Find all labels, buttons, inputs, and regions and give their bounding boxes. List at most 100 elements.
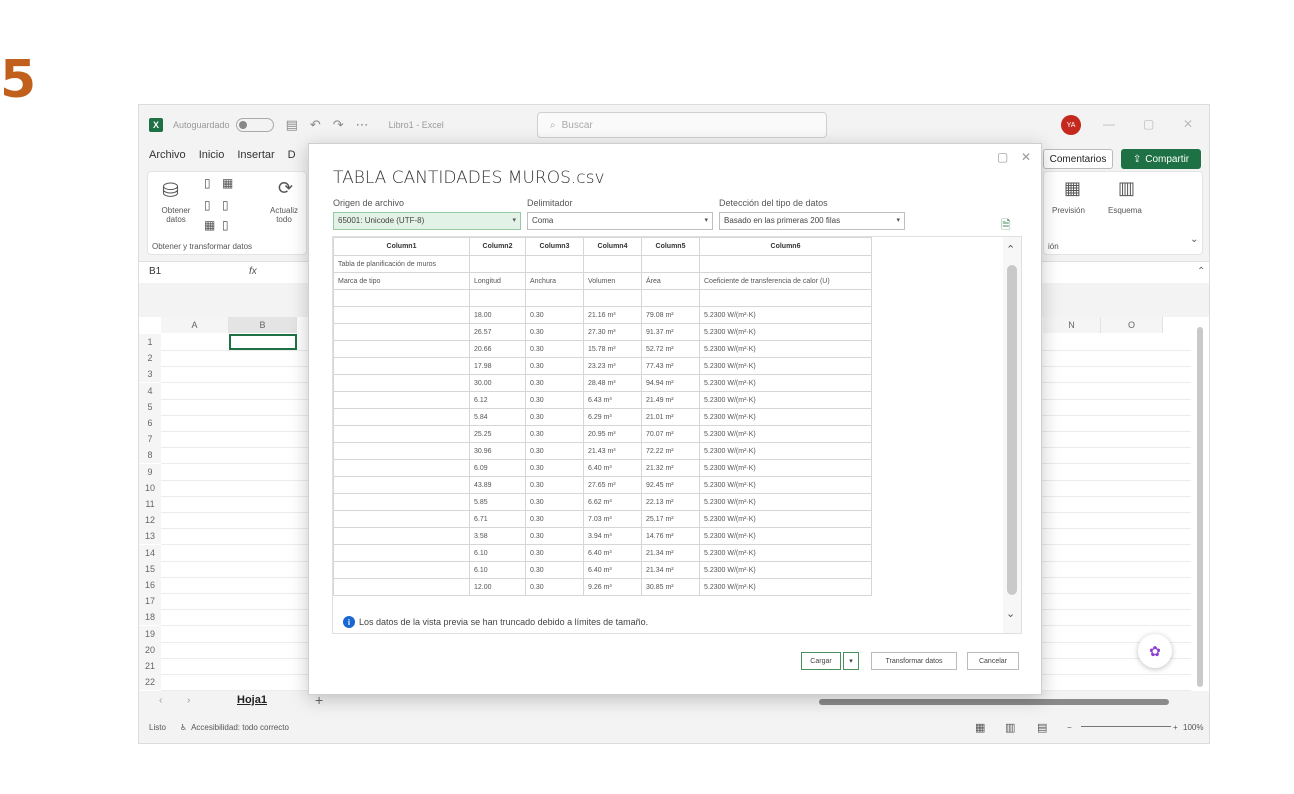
undo-icon[interactable]: ↶ bbox=[310, 117, 321, 133]
preview-header-row: Column1 Column2 Column3 Column4 Column5 … bbox=[333, 237, 872, 256]
forecast-button[interactable]: Previsión bbox=[1052, 206, 1085, 215]
existing-connections-icon[interactable]: ▦ bbox=[204, 218, 215, 232]
avatar[interactable]: YA bbox=[1061, 115, 1081, 135]
row-header[interactable]: 1 bbox=[139, 334, 161, 350]
preview-cell: 0.30 bbox=[525, 493, 584, 511]
detection-select[interactable]: Basado en las primeras 200 filas ▾ bbox=[719, 212, 905, 230]
row-header[interactable]: 5 bbox=[139, 398, 161, 415]
share-button[interactable]: ⇪ Compartir bbox=[1121, 149, 1201, 169]
menu-inicio[interactable]: Inicio bbox=[199, 149, 225, 161]
preview-row: 30.00 0.30 28.48 m³ 94.94 m² 5.2300 W/(m²·K) bbox=[333, 374, 872, 392]
row-header[interactable]: 2 bbox=[139, 350, 161, 367]
scroll-down-icon[interactable]: ⌄ bbox=[1006, 607, 1015, 620]
row-header[interactable]: 20 bbox=[139, 641, 161, 658]
refresh-all-icon[interactable]: ⟳ bbox=[278, 178, 293, 199]
horizontal-scrollbar[interactable] bbox=[819, 699, 1169, 705]
row-header[interactable]: 11 bbox=[139, 496, 161, 512]
column-header-n[interactable]: N bbox=[1043, 317, 1101, 333]
preview-cell: 0.30 bbox=[525, 544, 584, 562]
copilot-icon[interactable]: ✿ bbox=[1138, 634, 1172, 668]
preview-cell: 6.40 m³ bbox=[583, 459, 642, 477]
scroll-up-icon[interactable]: ⌃ bbox=[1006, 243, 1015, 256]
name-box[interactable]: B1 bbox=[149, 266, 161, 277]
get-data-button[interactable]: Obtener datos bbox=[156, 206, 196, 224]
transform-data-button[interactable]: Transformar datos bbox=[871, 652, 957, 670]
next-sheet-icon[interactable]: › bbox=[187, 695, 190, 706]
column-header-a[interactable]: A bbox=[161, 317, 229, 333]
scroll-thumb[interactable] bbox=[1007, 265, 1017, 595]
preview-row: 17.98 0.30 23.23 m³ 77.43 m² 5.2300 W/(m²·K) bbox=[333, 357, 872, 375]
cancel-button[interactable]: Cancelar bbox=[967, 652, 1019, 670]
row-header[interactable]: 4 bbox=[139, 382, 161, 399]
from-table-icon[interactable]: ▯ bbox=[204, 198, 211, 212]
row-header[interactable]: 7 bbox=[139, 431, 161, 448]
autosave-toggle[interactable] bbox=[235, 118, 274, 132]
row-header[interactable]: 14 bbox=[139, 544, 161, 561]
sheet-tab-hoja1[interactable]: Hoja1 bbox=[237, 694, 267, 706]
close-window-icon[interactable]: ✕ bbox=[1183, 117, 1193, 131]
preview-cell: 28.48 m³ bbox=[583, 374, 642, 392]
row-header[interactable]: 8 bbox=[139, 447, 161, 464]
preview-cell bbox=[333, 340, 470, 358]
row-header[interactable]: 3 bbox=[139, 366, 161, 383]
from-text-icon[interactable]: ▯ bbox=[204, 176, 211, 190]
recent-sources-icon[interactable]: ▯ bbox=[222, 198, 229, 212]
grid-vertical-scrollbar[interactable] bbox=[1197, 327, 1203, 687]
row-header[interactable]: 22 bbox=[139, 674, 161, 691]
row-header[interactable]: 9 bbox=[139, 463, 161, 480]
row-header[interactable]: 16 bbox=[139, 577, 161, 593]
column-header-b[interactable]: B bbox=[229, 317, 297, 333]
document-options-icon[interactable]: 🗎 bbox=[1001, 216, 1011, 237]
search-input[interactable]: ⌕ Buscar bbox=[537, 112, 827, 138]
row-header[interactable]: 21 bbox=[139, 658, 161, 674]
restore-icon[interactable]: ▢ bbox=[1143, 117, 1154, 131]
row-header[interactable]: 6 bbox=[139, 415, 161, 431]
row-header[interactable]: 13 bbox=[139, 528, 161, 545]
preview-cell bbox=[333, 442, 470, 460]
preview-cell bbox=[333, 493, 470, 511]
save-icon[interactable]: ▤ bbox=[286, 117, 298, 133]
column-header: Column2 bbox=[469, 237, 526, 256]
normal-view-icon[interactable]: ▦ bbox=[975, 721, 985, 734]
outline-button[interactable]: Esquema bbox=[1108, 206, 1142, 215]
row-header[interactable]: 12 bbox=[139, 512, 161, 529]
menu-insertar[interactable]: Insertar bbox=[237, 149, 274, 161]
comments-button[interactable]: Comentarios bbox=[1043, 149, 1113, 169]
search-icon: ⌕ bbox=[550, 119, 556, 131]
row-header[interactable]: 18 bbox=[139, 609, 161, 626]
maximize-dialog-icon[interactable]: ▢ bbox=[997, 150, 1008, 164]
preview-cell: 14.76 m² bbox=[641, 527, 700, 545]
preview-cell bbox=[333, 561, 470, 579]
preview-cell: 5.2300 W/(m²·K) bbox=[699, 578, 872, 596]
status-accessibility[interactable]: Accesibilidad: todo correcto bbox=[191, 723, 289, 732]
from-picture-icon[interactable]: ▯ bbox=[222, 218, 229, 232]
column-header-o[interactable]: O bbox=[1101, 317, 1163, 333]
page-break-icon[interactable]: ▤ bbox=[1037, 721, 1047, 734]
load-options-button[interactable]: ▾ bbox=[843, 652, 859, 670]
zoom-in-icon[interactable]: + bbox=[1173, 723, 1178, 732]
row-header[interactable]: 10 bbox=[139, 479, 161, 496]
prev-sheet-icon[interactable]: ‹ bbox=[159, 695, 162, 706]
from-web-icon[interactable]: ▦ bbox=[222, 176, 233, 190]
refresh-all-button[interactable]: Actualiz todo bbox=[262, 206, 306, 224]
customize-toolbar-icon[interactable]: ⋯ bbox=[356, 117, 369, 133]
minimize-icon[interactable]: — bbox=[1103, 117, 1115, 131]
redo-icon[interactable]: ↷ bbox=[333, 117, 344, 133]
zoom-out-icon[interactable]: − bbox=[1067, 723, 1072, 732]
load-button[interactable]: Cargar bbox=[801, 652, 841, 670]
page-layout-icon[interactable]: ▥ bbox=[1005, 721, 1015, 734]
expand-formula-icon[interactable]: ⌃ bbox=[1197, 266, 1205, 277]
zoom-slider[interactable] bbox=[1081, 726, 1171, 727]
row-header[interactable]: 19 bbox=[139, 625, 161, 642]
delimiter-select[interactable]: Coma ▾ bbox=[527, 212, 713, 230]
preview-scrollbar[interactable]: ⌃ ⌄ bbox=[1003, 237, 1021, 633]
close-dialog-icon[interactable]: ✕ bbox=[1021, 150, 1031, 164]
menu-datos[interactable]: D bbox=[288, 149, 296, 161]
active-cell-b1[interactable] bbox=[229, 334, 297, 350]
origin-select[interactable]: 65001: Unicode (UTF-8) ▾ bbox=[333, 212, 521, 230]
zoom-level[interactable]: 100% bbox=[1183, 723, 1203, 732]
row-header[interactable]: 15 bbox=[139, 560, 161, 577]
ribbon-collapse-icon[interactable]: ⌄ bbox=[1190, 234, 1198, 245]
menu-archivo[interactable]: Archivo bbox=[149, 149, 186, 161]
row-header[interactable]: 17 bbox=[139, 593, 161, 610]
